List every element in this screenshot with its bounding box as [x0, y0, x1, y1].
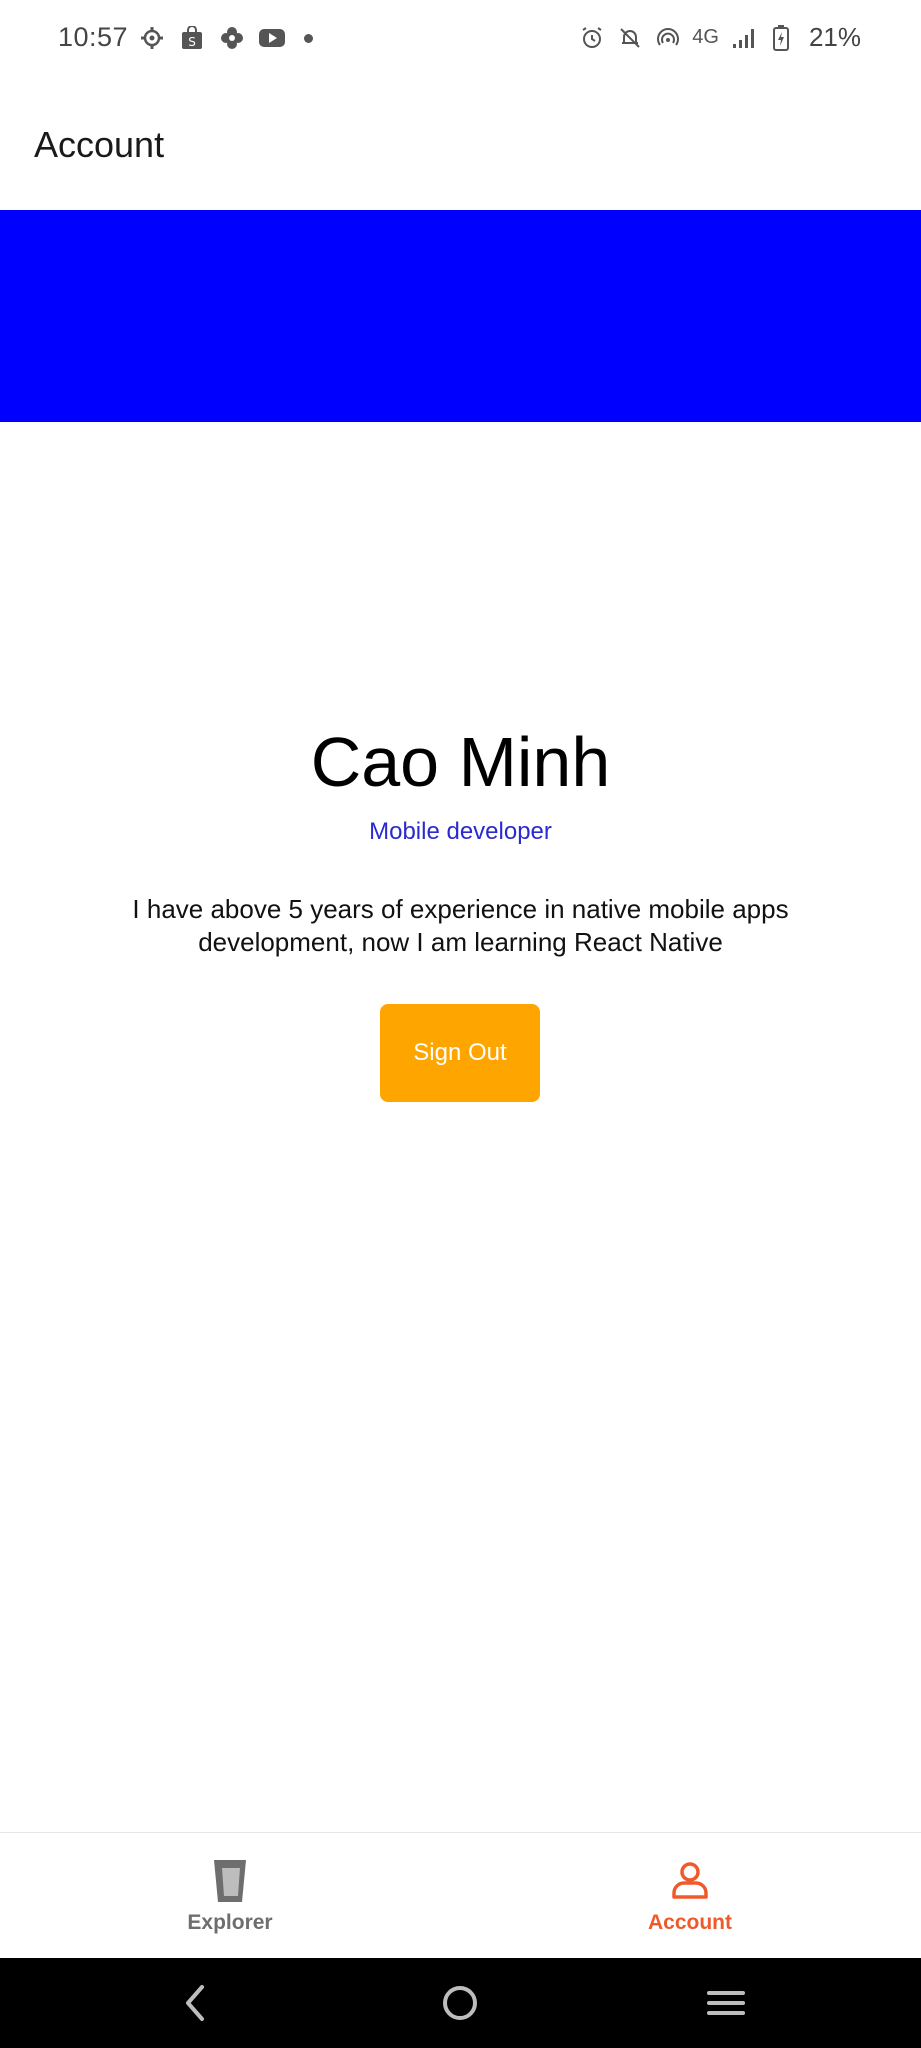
- youtube-icon: [258, 24, 286, 52]
- recents-icon[interactable]: [703, 1980, 749, 2026]
- profile-role: Mobile developer: [369, 818, 552, 845]
- notification-dot-icon: [304, 33, 313, 43]
- profile-bio: I have above 5 years of experience in na…: [132, 894, 789, 957]
- tab-account[interactable]: Account: [460, 1833, 920, 1959]
- status-bar: 10:57 S 4G 21%: [0, 0, 921, 76]
- tab-explorer[interactable]: Explorer: [0, 1833, 460, 1959]
- signal-icon: [729, 24, 757, 52]
- status-time: 10:57: [58, 22, 129, 52]
- photos-icon: [218, 24, 246, 52]
- back-icon[interactable]: [172, 1980, 218, 2026]
- status-system-icons: 4G 21%: [578, 22, 861, 53]
- bottom-tab-bar: Explorer Account: [0, 1832, 921, 1959]
- svg-text:S: S: [188, 35, 196, 49]
- alarm-icon: [578, 24, 606, 52]
- shopee-icon: S: [178, 24, 206, 52]
- system-nav-bar: [0, 1958, 921, 2048]
- profile-banner: [0, 210, 921, 422]
- battery-icon: [767, 24, 795, 52]
- page-title: Account: [34, 124, 165, 165]
- settings-icon: [138, 24, 166, 52]
- hotspot-icon: [654, 24, 682, 52]
- sign-out-button[interactable]: Sign Out: [380, 1004, 540, 1102]
- network-type: 4G: [692, 26, 719, 48]
- tab-label-explorer: Explorer: [187, 1911, 273, 1934]
- app-header: Account: [0, 76, 921, 210]
- profile-name: Cao Minh: [310, 723, 611, 801]
- status-notification-icons: S: [138, 24, 313, 52]
- battery-percentage: 21%: [808, 22, 861, 52]
- glass-icon: [208, 1857, 252, 1905]
- user-icon: [668, 1857, 712, 1905]
- mute-icon: [616, 24, 644, 52]
- home-icon[interactable]: [437, 1980, 483, 2026]
- tab-label-account: Account: [648, 1911, 732, 1934]
